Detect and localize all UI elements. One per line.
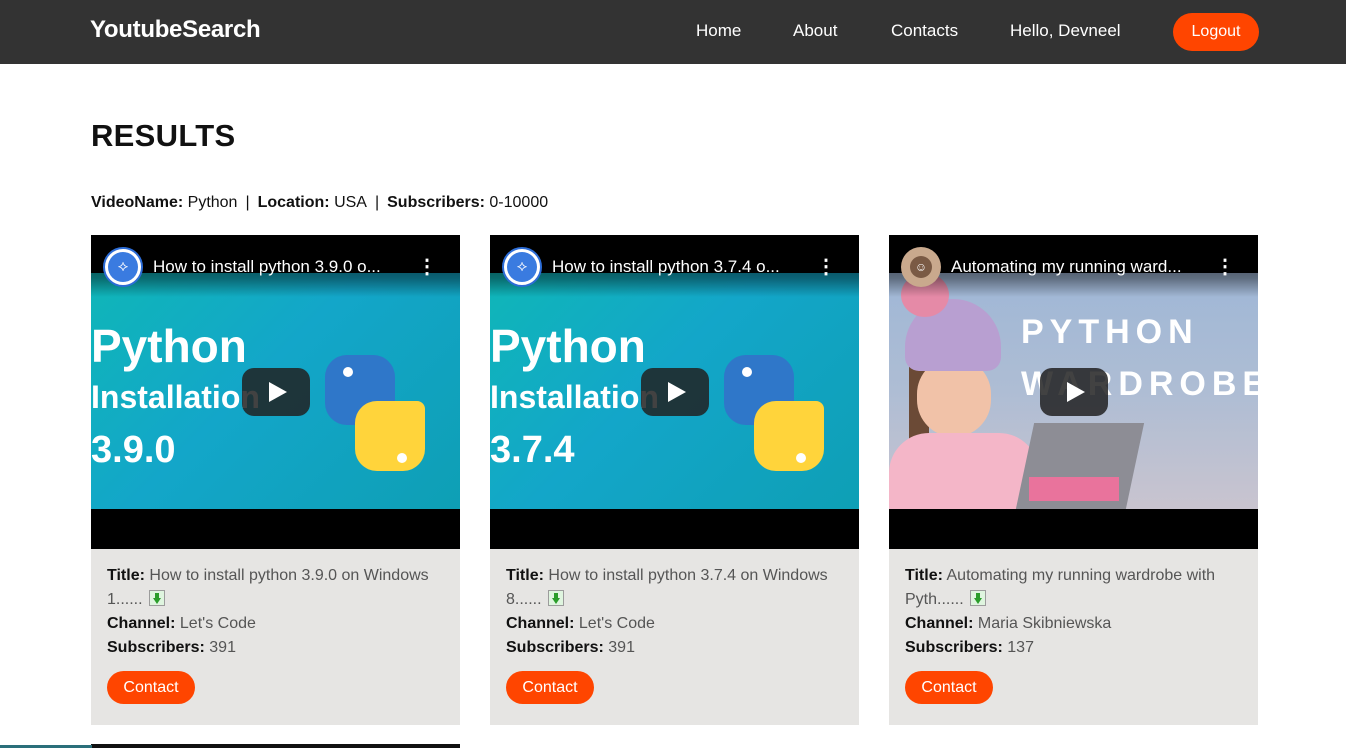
video-info: Title: How to install python 3.9.0 on Wi… bbox=[107, 564, 447, 660]
info-subscribers-value: 391 bbox=[209, 639, 236, 656]
download-icon[interactable] bbox=[970, 590, 987, 606]
channel-avatar[interactable]: ⟡ bbox=[103, 247, 143, 287]
filter-subscribers-label: Subscribers: bbox=[387, 194, 485, 211]
play-button-icon[interactable] bbox=[641, 368, 709, 416]
info-title: Title: How to install python 3.7.4 on Wi… bbox=[506, 567, 828, 608]
nav-contacts[interactable]: Contacts bbox=[891, 21, 958, 41]
filter-subscribers-value: 0-10000 bbox=[489, 194, 549, 211]
download-icon[interactable] bbox=[548, 590, 565, 606]
more-options-icon[interactable]: ⋮ bbox=[1215, 255, 1235, 279]
contact-button[interactable]: Contact bbox=[506, 671, 594, 704]
thumbnail-text: 3.7.4 bbox=[490, 429, 575, 471]
info-channel: Channel: Maria Skibniewska bbox=[905, 615, 1112, 632]
thumbnail-text: Installation bbox=[490, 379, 659, 415]
video-info: Title: How to install python 3.7.4 on Wi… bbox=[506, 564, 846, 660]
video-embed[interactable]: Python Installation 3.9.0 ⟡ How to insta… bbox=[91, 235, 460, 549]
video-title[interactable]: Automating my running ward... bbox=[951, 257, 1211, 277]
result-card: Python Installation 3.7.4 ⟡ How to insta… bbox=[490, 235, 859, 725]
video-title[interactable]: How to install python 3.7.4 o... bbox=[552, 257, 812, 277]
nav-home[interactable]: Home bbox=[696, 21, 741, 41]
play-button-icon[interactable] bbox=[1040, 368, 1108, 416]
search-filters: VideoName: Python | Location: USA | Subscrib… bbox=[91, 194, 548, 212]
python-logo-icon bbox=[712, 353, 836, 477]
video-title[interactable]: How to install python 3.9.0 o... bbox=[153, 257, 413, 277]
info-subscribers: Subscribers: 137 bbox=[905, 639, 1034, 656]
info-title: Title: How to install python 3.9.0 on Wi… bbox=[107, 567, 429, 608]
download-icon[interactable] bbox=[149, 590, 166, 606]
python-logo-icon bbox=[313, 353, 437, 477]
thumbnail-text: Installation bbox=[91, 379, 260, 415]
info-channel-value: Let's Code bbox=[179, 615, 256, 632]
user-greeting: Hello, Devneel bbox=[1010, 21, 1121, 40]
info-channel: Channel: Let's Code bbox=[506, 615, 655, 632]
video-embed[interactable]: PYTHON WARDROBE ☺ Automating my running … bbox=[889, 235, 1258, 549]
filter-videoname-label: VideoName: bbox=[91, 194, 184, 211]
channel-avatar[interactable]: ⟡ bbox=[502, 247, 542, 287]
video-embed[interactable]: Python Installation 3.7.4 ⟡ How to insta… bbox=[490, 235, 859, 549]
thumbnail-text: 3.9.0 bbox=[91, 429, 176, 471]
filter-location-label: Location: bbox=[257, 194, 330, 211]
contact-button[interactable]: Contact bbox=[905, 671, 993, 704]
info-channel-value: Maria Skibniewska bbox=[977, 615, 1112, 632]
filter-separator: | bbox=[245, 194, 250, 211]
info-channel-value: Let's Code bbox=[578, 615, 655, 632]
info-title-value: Automating my running wardrobe with Pyth… bbox=[905, 567, 1216, 608]
more-options-icon[interactable]: ⋮ bbox=[816, 255, 836, 279]
filter-separator: | bbox=[374, 194, 380, 211]
info-title: Title: Automating my running wardrobe wi… bbox=[905, 567, 1216, 608]
thumbnail-text: Python bbox=[490, 320, 646, 372]
info-channel: Channel: Let's Code bbox=[107, 615, 256, 632]
info-subscribers-value: 137 bbox=[1007, 639, 1034, 656]
contact-button[interactable]: Contact bbox=[107, 671, 195, 704]
navbar: YoutubeSearch Home About Contacts Hello,… bbox=[0, 0, 1346, 64]
logout-button[interactable]: Logout bbox=[1173, 13, 1259, 51]
result-card: PYTHON WARDROBE ☺ Automating my running … bbox=[889, 235, 1258, 725]
video-info: Title: Automating my running wardrobe wi… bbox=[905, 564, 1245, 660]
info-subscribers: Subscribers: 391 bbox=[506, 639, 635, 656]
nav-links: Home About Contacts Hello, Devneel bbox=[0, 0, 1346, 64]
nav-about[interactable]: About bbox=[793, 21, 837, 41]
thumbnail-text: Python bbox=[91, 320, 247, 372]
channel-avatar[interactable]: ☺ bbox=[901, 247, 941, 287]
next-result-card-edge bbox=[91, 744, 460, 748]
filter-location-value: USA bbox=[334, 194, 367, 211]
info-subscribers-value: 391 bbox=[608, 639, 635, 656]
info-subscribers: Subscribers: 391 bbox=[107, 639, 236, 656]
play-button-icon[interactable] bbox=[242, 368, 310, 416]
page-title: RESULTS bbox=[91, 118, 236, 153]
result-card: Python Installation 3.9.0 ⟡ How to insta… bbox=[91, 235, 460, 725]
more-options-icon[interactable]: ⋮ bbox=[417, 255, 437, 279]
filter-videoname-value: Python bbox=[187, 194, 238, 211]
